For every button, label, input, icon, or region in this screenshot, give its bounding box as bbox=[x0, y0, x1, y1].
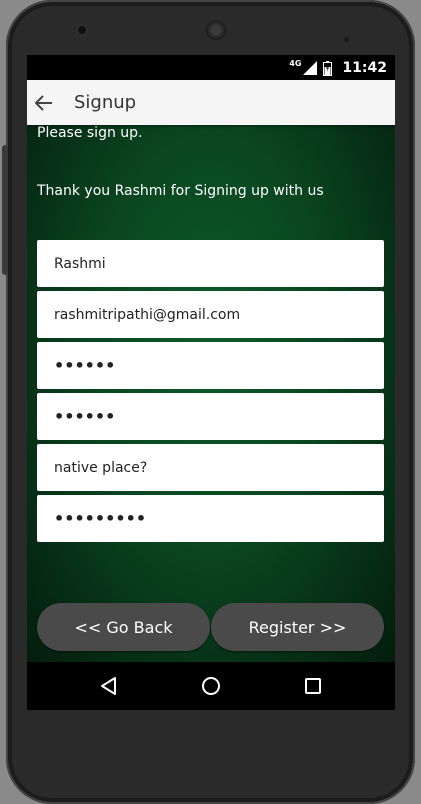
app-bar: Signup bbox=[27, 80, 395, 125]
device-frame: 4G 11:42 Signup Please sign up. Thank yo… bbox=[0, 0, 421, 804]
nav-back-icon[interactable] bbox=[97, 674, 121, 698]
navigation-bar bbox=[27, 662, 395, 710]
intro-text: Please sign up. bbox=[37, 125, 143, 141]
battery-icon bbox=[323, 60, 333, 76]
speaker-grill bbox=[206, 20, 226, 40]
button-row: << Go Back Register >> bbox=[37, 603, 385, 651]
register-button[interactable]: Register >> bbox=[211, 603, 384, 651]
go-back-button[interactable]: << Go Back bbox=[37, 603, 210, 651]
email-field[interactable]: rashmitripathi@gmail.com bbox=[37, 291, 384, 338]
back-arrow-icon[interactable] bbox=[34, 93, 54, 113]
nav-home-icon[interactable] bbox=[199, 674, 223, 698]
screen: 4G 11:42 Signup Please sign up. Thank yo… bbox=[27, 55, 395, 710]
signup-content: Please sign up. Thank you Rashmi for Sig… bbox=[27, 125, 395, 665]
signup-form: Rashmi rashmitripathi@gmail.com •••••• •… bbox=[37, 240, 384, 546]
page-title: Signup bbox=[74, 92, 137, 113]
status-bar: 4G 11:42 bbox=[27, 55, 395, 80]
signal-icon bbox=[303, 61, 318, 75]
sensor-dots bbox=[344, 27, 368, 61]
security-answer-field[interactable]: ••••••••• bbox=[37, 495, 384, 542]
password-field[interactable]: •••••• bbox=[37, 342, 384, 389]
security-question-field[interactable]: native place? bbox=[37, 444, 384, 491]
name-field[interactable]: Rashmi bbox=[37, 240, 384, 287]
thanks-message: Thank you Rashmi for Signing up with us bbox=[37, 183, 324, 199]
nav-recent-apps-icon[interactable] bbox=[301, 674, 325, 698]
confirm-password-field[interactable]: •••••• bbox=[37, 393, 384, 440]
side-button bbox=[2, 145, 8, 275]
front-camera bbox=[78, 26, 86, 34]
network-type-label: 4G bbox=[289, 58, 302, 68]
status-icons: 4G 11:42 bbox=[289, 58, 387, 78]
clock: 11:42 bbox=[342, 60, 387, 76]
